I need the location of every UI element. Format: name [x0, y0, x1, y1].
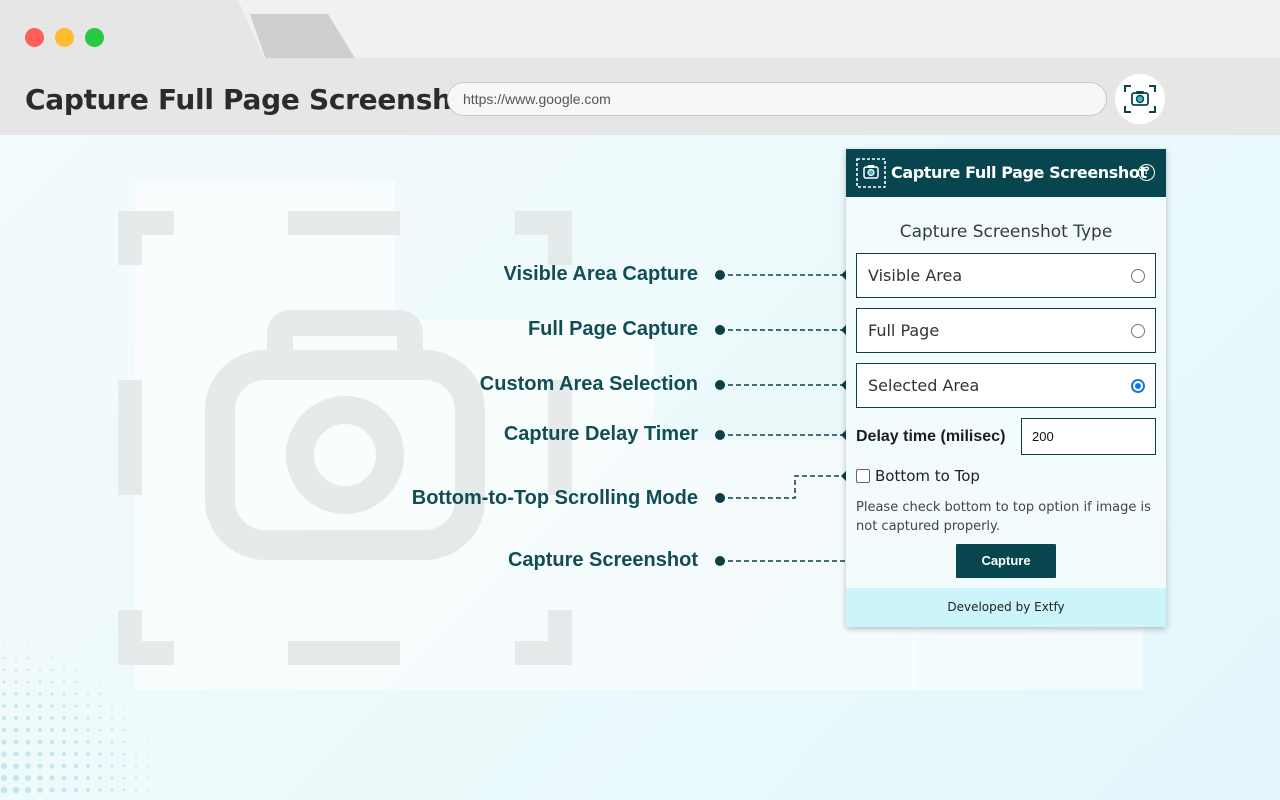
option-label: Full Page — [868, 321, 940, 340]
radio-selected-area[interactable] — [1131, 379, 1145, 393]
extension-popup: Capture Full Page Screenshot ? Capture S… — [846, 149, 1166, 627]
bottom-to-top-checkbox[interactable] — [856, 469, 870, 483]
option-label: Selected Area — [868, 376, 980, 395]
radio-full-page[interactable] — [1131, 324, 1145, 338]
popup-header: Capture Full Page Screenshot ? — [846, 149, 1166, 197]
bottom-to-top-label[interactable]: Bottom to Top — [875, 467, 980, 485]
help-text: Please check bottom to top option if ima… — [856, 500, 1151, 534]
capture-button[interactable]: Capture — [956, 544, 1056, 578]
popup-title: Capture Full Page Screenshot — [891, 163, 1147, 182]
camera-capture-icon — [856, 158, 886, 188]
option-label: Visible Area — [868, 266, 963, 285]
delay-label: Delay time (milisec) — [856, 428, 1006, 445]
section-title: Capture Screenshot Type — [899, 222, 1113, 242]
option-full-page[interactable]: Full Page — [856, 308, 1156, 353]
popup-footer: Developed by Extfy — [846, 588, 1166, 627]
help-icon[interactable]: ? — [1138, 164, 1155, 181]
option-selected-area[interactable]: Selected Area — [856, 363, 1156, 408]
delay-input[interactable]: 200 — [1021, 418, 1156, 455]
radio-visible-area[interactable] — [1131, 269, 1145, 283]
option-visible-area[interactable]: Visible Area — [856, 253, 1156, 298]
